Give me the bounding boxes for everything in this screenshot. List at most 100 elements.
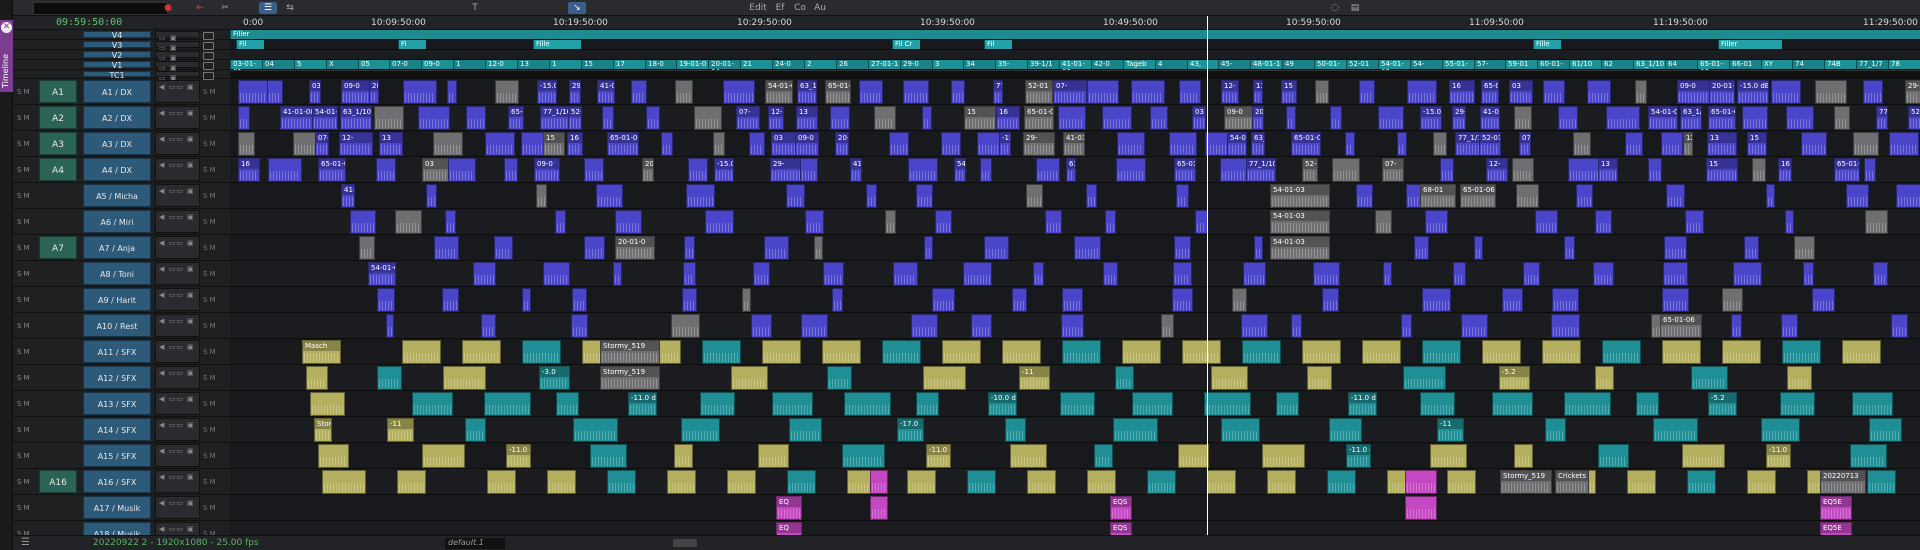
solo-mute-buttons[interactable]: S M — [17, 478, 30, 486]
record-track-button[interactable]: A6 / Miri — [83, 210, 151, 233]
track-control-icons[interactable]: ◀ ▭▭ ▣ — [159, 135, 195, 143]
audio-clip[interactable] — [434, 236, 459, 260]
audio-clip[interactable] — [465, 418, 486, 442]
audio-clip[interactable] — [1322, 288, 1339, 312]
audio-clip[interactable] — [749, 132, 765, 156]
audio-clip[interactable] — [758, 444, 789, 468]
audio-clip[interactable] — [1414, 236, 1429, 260]
mode-effect[interactable]: Ef — [773, 2, 787, 14]
solo-mute-buttons[interactable]: S M — [203, 400, 216, 408]
audio-clip[interactable] — [751, 314, 772, 338]
audio-clip[interactable]: 65-01-06 — [1460, 184, 1496, 208]
audio-clip[interactable] — [1115, 366, 1134, 390]
record-track-button[interactable]: A10 / Rest — [83, 314, 151, 337]
video-clip[interactable]: 35- — [995, 60, 1027, 69]
audio-clip[interactable] — [942, 340, 981, 364]
audio-clip[interactable]: -15.0 dB — [714, 158, 734, 182]
lift-icon[interactable]: ⇤ — [193, 2, 207, 14]
video-clip[interactable]: 61/10 — [1569, 60, 1601, 69]
audio-clip[interactable] — [762, 340, 801, 364]
video-clip[interactable]: 41-01-08 — [1059, 60, 1091, 76]
audio-clip[interactable] — [1420, 392, 1455, 416]
audio-clip[interactable] — [702, 340, 741, 364]
audio-clip[interactable] — [1722, 340, 1761, 364]
audio-clip[interactable]: 65-01-06 — [1174, 158, 1196, 182]
video-clip[interactable]: 43, — [1187, 60, 1219, 69]
audio-clip[interactable] — [753, 262, 770, 286]
audio-clip[interactable] — [590, 444, 627, 468]
solo-mute-buttons[interactable]: S M — [203, 322, 216, 330]
solo-mute-buttons[interactable]: S M — [203, 348, 216, 356]
audio-clip[interactable] — [1430, 444, 1467, 468]
mode-audio[interactable]: Au — [813, 2, 827, 14]
audio-clip[interactable]: EQ5E — [1820, 496, 1852, 520]
video-clip[interactable]: Fil — [984, 40, 1012, 49]
audio-clip[interactable]: 29- — [770, 158, 802, 182]
solo-mute-buttons[interactable]: S M — [203, 166, 216, 174]
video-clip[interactable]: 09-0 — [421, 60, 453, 69]
audio-clip[interactable] — [705, 210, 734, 234]
audio-clip[interactable] — [1422, 288, 1451, 312]
audio-clip[interactable] — [723, 80, 755, 104]
record-track-button[interactable]: A13 / SFX — [83, 392, 151, 415]
video-clip[interactable]: 21 — [740, 60, 772, 69]
audio-clip[interactable] — [1516, 184, 1539, 208]
audio-clip[interactable] — [977, 132, 1001, 156]
audio-clip[interactable]: 52-01 — [1908, 106, 1920, 130]
track-controls[interactable]: ◀ ▭▭ ▣ — [155, 236, 200, 259]
audio-clip[interactable] — [1722, 288, 1743, 312]
audio-clip[interactable] — [800, 158, 818, 182]
audio-clip[interactable] — [1867, 470, 1896, 494]
audio-clip[interactable] — [1002, 340, 1041, 364]
audio-clip[interactable] — [1662, 340, 1701, 364]
track-control-icons[interactable]: ◀ ▭▭ ▣ — [159, 499, 195, 507]
track-controls[interactable]: ◀ ▭▭ ▣ — [155, 392, 200, 415]
video-clip[interactable]: 03-01-01 — [230, 60, 262, 76]
track-controls[interactable]: ◀ ▭▭ ▣ — [155, 106, 200, 129]
video-clip[interactable]: 13 — [517, 60, 549, 69]
audio-clip[interactable]: 41-01-08 — [850, 158, 862, 182]
audio-clip[interactable] — [238, 106, 250, 130]
audio-clip[interactable]: 65-01-06 — [318, 158, 346, 182]
track-control-icons[interactable]: ◀ ▭▭ ▣ — [159, 343, 195, 351]
audio-clip[interactable] — [907, 470, 936, 494]
track-lane[interactable] — [230, 521, 1920, 535]
video-clip[interactable]: XY — [1761, 60, 1793, 69]
audio-clip[interactable] — [1169, 132, 1197, 156]
audio-clip[interactable]: 41-01 — [341, 184, 355, 208]
audio-clip[interactable] — [1869, 418, 1902, 442]
video-clip[interactable]: 55-01- — [1442, 60, 1474, 69]
audio-clip[interactable]: 65-01-06 — [1024, 106, 1054, 130]
audio-clip[interactable] — [504, 158, 518, 182]
audio-clip[interactable] — [1648, 158, 1662, 182]
track-control-icons[interactable]: ◀ ▭▭ ▣ — [159, 161, 195, 169]
audio-clip[interactable]: 03 — [1509, 80, 1533, 104]
record-track-button[interactable]: A1 / DX — [83, 80, 151, 103]
monitor-icon[interactable] — [203, 42, 214, 50]
video-clip[interactable]: 1 — [453, 60, 485, 69]
audio-clip[interactable] — [1062, 340, 1101, 364]
track-lane[interactable] — [230, 495, 1920, 521]
track-control-icons[interactable]: ◀ ▭▭ ▣ — [159, 473, 195, 481]
audio-clip[interactable]: 20-01-0 — [615, 236, 655, 260]
audio-clip[interactable] — [1512, 158, 1534, 182]
audio-clip[interactable] — [350, 210, 376, 234]
audio-clip[interactable] — [447, 80, 457, 104]
audio-clip[interactable]: -11.0 dB — [1348, 392, 1377, 416]
audio-clip[interactable] — [1150, 106, 1168, 130]
audio-clip[interactable] — [1766, 184, 1775, 208]
audio-clip[interactable]: -15.0 dB — [537, 80, 557, 104]
video-clip[interactable]: 54- — [1410, 60, 1442, 69]
track-control-icons[interactable]: ◀ ▭▭ ▣ — [159, 83, 195, 91]
video-clip[interactable]: 15 — [581, 60, 613, 69]
audio-clip[interactable] — [1461, 314, 1488, 338]
track-controls[interactable]: ▭ ▣ — [155, 61, 200, 72]
track-lane[interactable] — [230, 443, 1920, 469]
audio-clip[interactable]: Crickets — [1555, 470, 1589, 494]
audio-clip[interactable] — [1492, 392, 1533, 416]
audio-clip[interactable]: 68-01 — [1420, 184, 1456, 208]
video-clip[interactable]: 54-01-03 — [1378, 60, 1410, 76]
video-clip[interactable]: 26 — [836, 60, 868, 69]
audio-clip[interactable] — [1327, 470, 1356, 494]
audio-clip[interactable] — [646, 106, 660, 130]
